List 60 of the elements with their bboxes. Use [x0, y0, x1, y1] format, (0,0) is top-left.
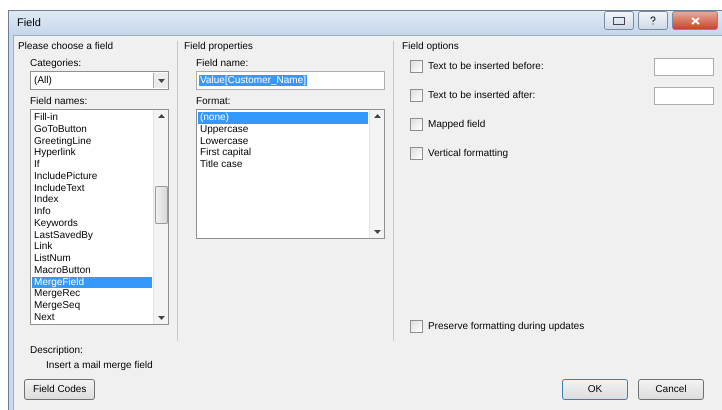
list-item[interactable]: Next: [32, 312, 152, 324]
list-item[interactable]: IncludeText: [32, 182, 152, 194]
list-item[interactable]: Keywords: [32, 218, 152, 230]
list-item[interactable]: IncludePicture: [32, 170, 152, 182]
field-codes-button[interactable]: Field Codes: [24, 379, 96, 400]
keyboard-button[interactable]: [604, 11, 634, 30]
close-icon: [690, 16, 700, 24]
list-item[interactable]: Link: [32, 241, 152, 253]
field-label: Field names:: [30, 96, 88, 107]
list-item[interactable]: MacroButton: [32, 264, 152, 276]
checkbox[interactable]: [410, 89, 423, 102]
scroll-up-icon[interactable]: [158, 114, 164, 118]
list-item[interactable]: First capital: [198, 147, 368, 159]
group-title: Please choose a field: [18, 41, 114, 52]
window-title: Field: [17, 17, 42, 29]
list-item[interactable]: LastSavedBy: [32, 230, 152, 242]
checkbox-label[interactable]: Mapped field: [428, 119, 714, 130]
checkbox-label[interactable]: Text to be inserted after:: [428, 90, 654, 101]
categories-dropdown[interactable]: (All): [30, 71, 169, 90]
list-item[interactable]: If: [32, 159, 152, 171]
list-item[interactable]: ListNum: [32, 253, 152, 265]
group-title: Field properties: [184, 41, 254, 52]
description-text: Insert a mail merge field: [45, 360, 154, 371]
checkbox[interactable]: [410, 60, 423, 73]
cancel-button[interactable]: Cancel: [638, 379, 704, 400]
list-item[interactable]: GoToButton: [32, 124, 152, 136]
checkbox-label[interactable]: Text to be inserted before:: [428, 61, 654, 72]
checkbox-label[interactable]: Preserve formatting during updates: [428, 321, 714, 332]
scroll-up-icon[interactable]: [374, 114, 380, 118]
field-label: Field name:: [196, 58, 250, 69]
help-icon: [650, 16, 656, 25]
field-label: Categories:: [30, 58, 82, 69]
checkbox-label[interactable]: Vertical formatting: [428, 148, 714, 159]
checkbox[interactable]: [410, 147, 423, 160]
list-item[interactable]: Uppercase: [198, 124, 368, 136]
help-button[interactable]: [638, 11, 668, 30]
scrollbar[interactable]: [369, 110, 384, 238]
field-label: Format:: [196, 96, 232, 107]
close-button[interactable]: [672, 11, 718, 30]
text-input[interactable]: [654, 86, 714, 104]
list-item[interactable]: GreetingLine: [32, 136, 152, 148]
checkbox[interactable]: [410, 118, 423, 131]
scrollbar[interactable]: [153, 110, 168, 324]
scrollbar-thumb[interactable]: [155, 186, 168, 224]
scroll-down-icon[interactable]: [158, 316, 164, 320]
list-item[interactable]: Index: [32, 194, 152, 206]
scroll-down-icon[interactable]: [374, 230, 380, 234]
group-title: Field options: [402, 41, 460, 52]
dropdown-arrow-icon[interactable]: [158, 78, 164, 82]
ok-button[interactable]: OK: [562, 379, 628, 400]
list-item[interactable]: Fill-in: [32, 112, 152, 124]
description-label: Description:: [30, 345, 84, 356]
list-item[interactable]: MergeSeq: [32, 300, 152, 312]
list-item[interactable]: Lowercase: [198, 136, 368, 148]
text-input[interactable]: [654, 58, 714, 76]
list-item[interactable]: Hyperlink: [32, 147, 152, 159]
list-item[interactable]: MergeRec: [32, 288, 152, 300]
list-item[interactable]: Title case: [198, 159, 368, 171]
checkbox[interactable]: [410, 320, 423, 333]
list-item[interactable]: Info: [32, 206, 152, 218]
